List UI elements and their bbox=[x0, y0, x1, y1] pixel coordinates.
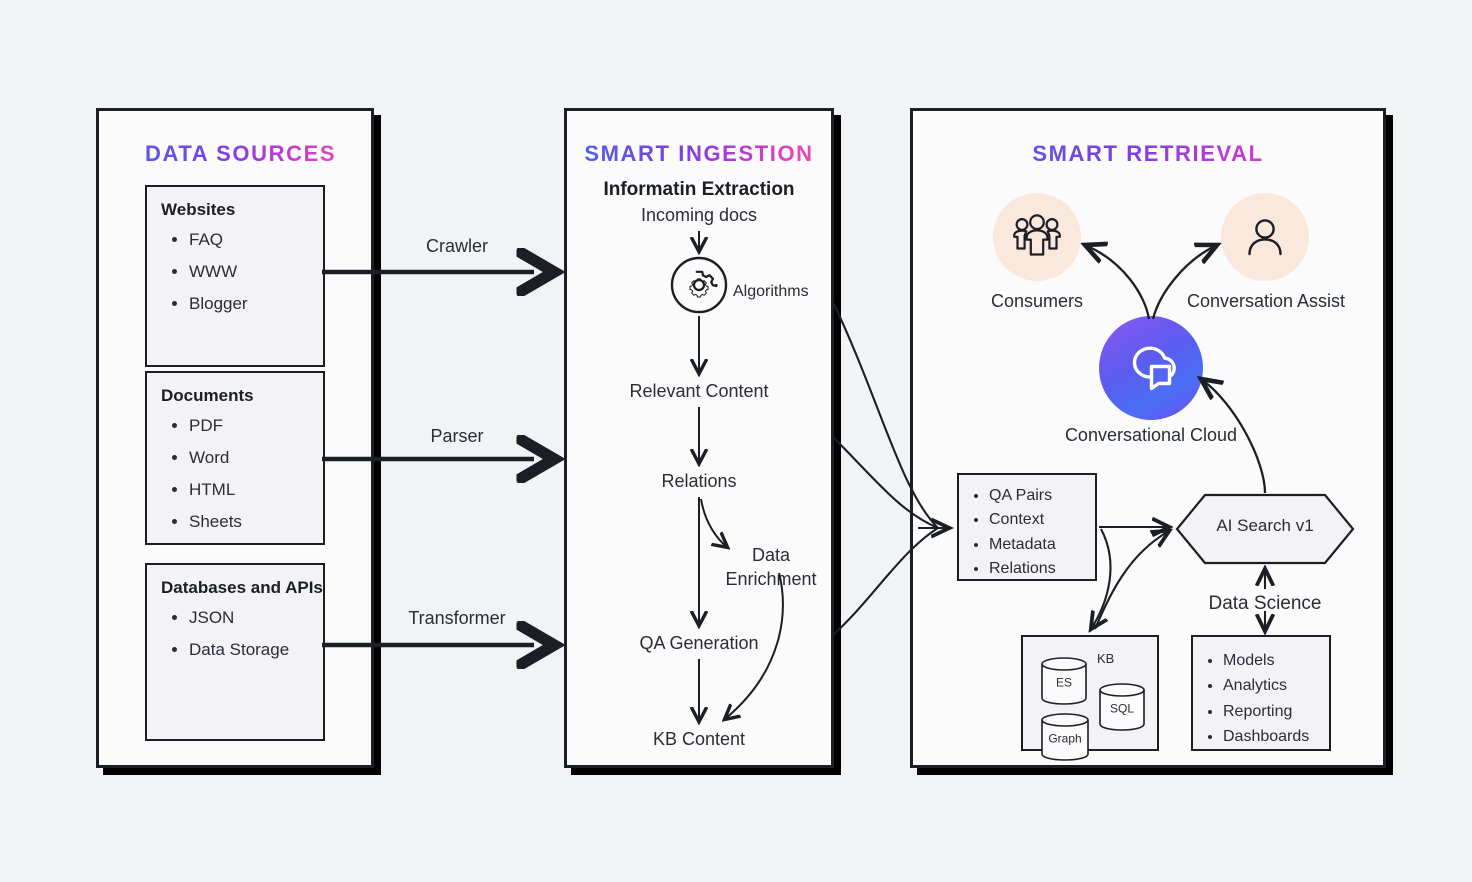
connector-label-parser: Parser bbox=[430, 426, 484, 446]
card-databases-list: JSON Data Storage bbox=[147, 602, 323, 666]
list-item: Data Storage bbox=[189, 634, 323, 666]
list-item: FAQ bbox=[189, 224, 323, 256]
panel-title-data-sources: DATA SOURCES bbox=[99, 141, 371, 167]
panel-smart-retrieval: SMART RETRIEVAL Consumers Conversation A… bbox=[910, 108, 1386, 768]
panel-smart-ingestion: SMART INGESTION Informatin Extraction In… bbox=[564, 108, 834, 768]
panel-data-sources: DATA SOURCES Websites FAQ WWW Blogger Do… bbox=[96, 108, 374, 768]
ingestion-flow-arrows bbox=[567, 231, 784, 771]
card-documents-heading: Documents bbox=[161, 386, 254, 405]
list-item: Word bbox=[189, 442, 323, 474]
diagram-canvas: DATA SOURCES Websites FAQ WWW Blogger Do… bbox=[0, 0, 1472, 882]
card-databases-heading: Databases and APIs bbox=[161, 578, 323, 597]
list-item: Sheets bbox=[189, 506, 323, 538]
list-item: JSON bbox=[189, 602, 323, 634]
card-documents: Documents PDF Word HTML Sheets bbox=[145, 371, 325, 545]
list-item: HTML bbox=[189, 474, 323, 506]
connector-label-crawler: Crawler bbox=[425, 236, 488, 256]
card-websites-list: FAQ WWW Blogger bbox=[147, 224, 323, 320]
card-databases-and-apis: Databases and APIs JSON Data Storage bbox=[145, 563, 325, 741]
list-item: WWW bbox=[189, 256, 323, 288]
connector-label-transformer: Transformer bbox=[408, 608, 506, 628]
retrieval-arrows bbox=[913, 111, 1389, 771]
card-documents-list: PDF Word HTML Sheets bbox=[147, 410, 323, 538]
list-item: PDF bbox=[189, 410, 323, 442]
card-websites-heading: Websites bbox=[161, 200, 236, 219]
list-item: Blogger bbox=[189, 288, 323, 320]
card-websites: Websites FAQ WWW Blogger bbox=[145, 185, 325, 367]
